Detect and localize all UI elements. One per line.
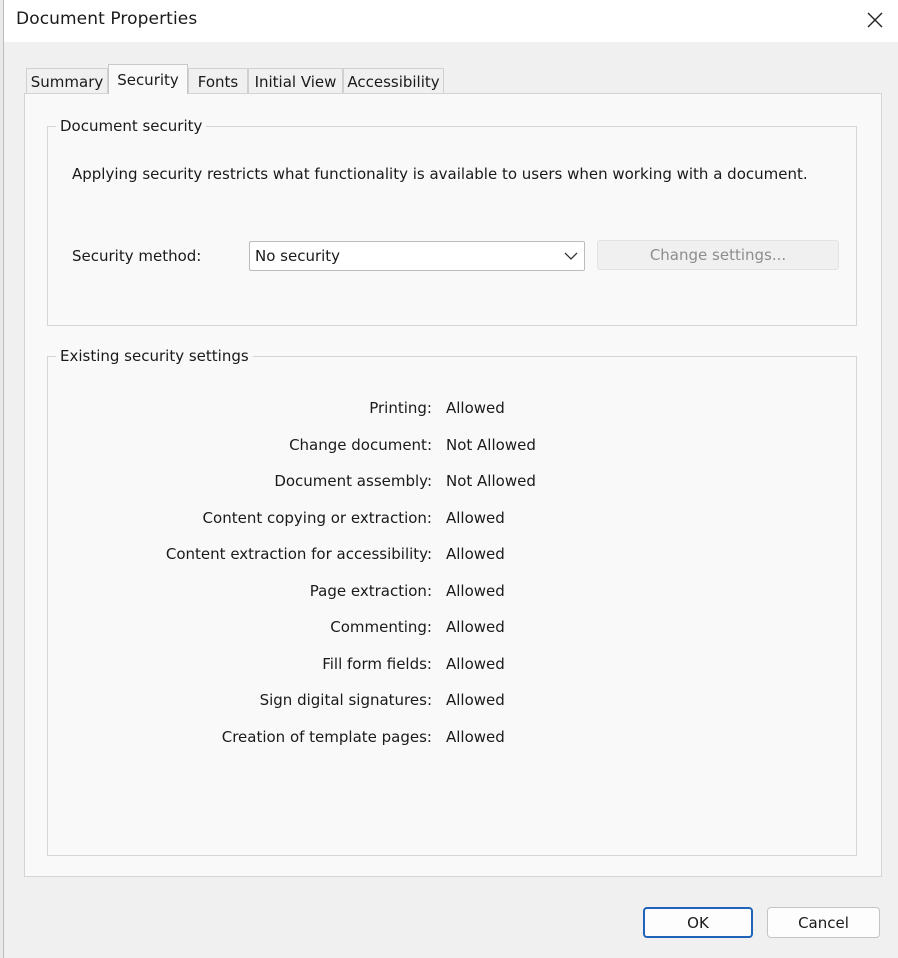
tab-label: Security (117, 70, 179, 89)
security-method-dropdown[interactable]: No security (249, 241, 585, 271)
setting-label: Page extraction: (309, 581, 432, 600)
tab-label: Initial View (254, 72, 337, 91)
setting-label: Sign digital signatures: (259, 691, 432, 709)
tab-summary[interactable]: Summary (26, 68, 108, 94)
group-legend: Existing security settings (56, 347, 253, 365)
document-security-group: Document security Applying security rest… (47, 117, 857, 326)
settings-list: Printing: Allowed Change document: Not A… (48, 399, 856, 764)
tab-initial-view[interactable]: Initial View (248, 68, 343, 94)
setting-value: Allowed (446, 691, 505, 709)
security-method-value: No security (255, 247, 341, 265)
tab-label: Fonts (197, 72, 239, 91)
setting-label: Commenting: (330, 618, 432, 636)
setting-value: Allowed (446, 727, 505, 746)
existing-security-settings-group: Existing security settings Printing: All… (47, 347, 857, 856)
tab-strip: Summary Security Fonts Initial View Acce… (24, 64, 884, 94)
setting-value: Allowed (446, 508, 505, 527)
cancel-label: Cancel (798, 913, 849, 932)
setting-label: Printing: (369, 399, 432, 417)
setting-label: Document assembly: (274, 472, 432, 490)
setting-row: Content extraction for accessibility: Al… (48, 545, 856, 582)
setting-row: Sign digital signatures: Allowed (48, 691, 856, 728)
setting-label: Content copying or extraction: (202, 508, 432, 527)
tab-fonts[interactable]: Fonts (188, 68, 248, 94)
setting-value: Allowed (446, 618, 505, 636)
setting-value: Allowed (446, 654, 505, 673)
setting-row: Page extraction: Allowed (48, 582, 856, 619)
tab-label: Accessibility (347, 72, 440, 91)
chevron-down-icon (558, 251, 584, 261)
setting-row: Printing: Allowed (48, 399, 856, 436)
setting-label: Change document: (289, 435, 432, 454)
close-button[interactable] (852, 0, 898, 40)
setting-label: Fill form fields: (322, 654, 432, 673)
tab-security[interactable]: Security (108, 64, 188, 94)
tab-accessibility[interactable]: Accessibility (343, 68, 444, 94)
setting-value: Allowed (446, 399, 505, 417)
setting-value: Not Allowed (446, 435, 536, 454)
change-settings-button[interactable]: Change settings... (597, 240, 839, 270)
setting-value: Allowed (446, 581, 505, 600)
dialog-title: Document Properties (16, 9, 198, 29)
setting-row: Content copying or extraction: Allowed (48, 509, 856, 546)
cancel-button[interactable]: Cancel (767, 907, 880, 938)
setting-value: Not Allowed (446, 472, 536, 490)
setting-row: Commenting: Allowed (48, 618, 856, 655)
close-icon (867, 12, 883, 28)
setting-label: Creation of template pages: (221, 727, 432, 746)
group-legend: Document security (56, 117, 207, 135)
document-properties-dialog: Document Properties Summary Security Fon… (4, 0, 898, 958)
setting-row: Document assembly: Not Allowed (48, 472, 856, 509)
change-settings-label: Change settings... (649, 246, 787, 264)
setting-value: Allowed (446, 545, 505, 563)
setting-row: Creation of template pages: Allowed (48, 728, 856, 765)
setting-row: Fill form fields: Allowed (48, 655, 856, 692)
setting-row: Change document: Not Allowed (48, 436, 856, 473)
security-description: Applying security restricts what functio… (72, 165, 808, 183)
security-method-label: Security method: (72, 247, 202, 265)
security-tab-panel: Document security Applying security rest… (24, 93, 882, 877)
title-bar: Document Properties (4, 0, 898, 42)
tab-label: Summary (30, 72, 104, 91)
ok-button[interactable]: OK (643, 907, 753, 938)
setting-label: Content extraction for accessibility: (165, 545, 432, 563)
ok-label: OK (687, 913, 709, 932)
